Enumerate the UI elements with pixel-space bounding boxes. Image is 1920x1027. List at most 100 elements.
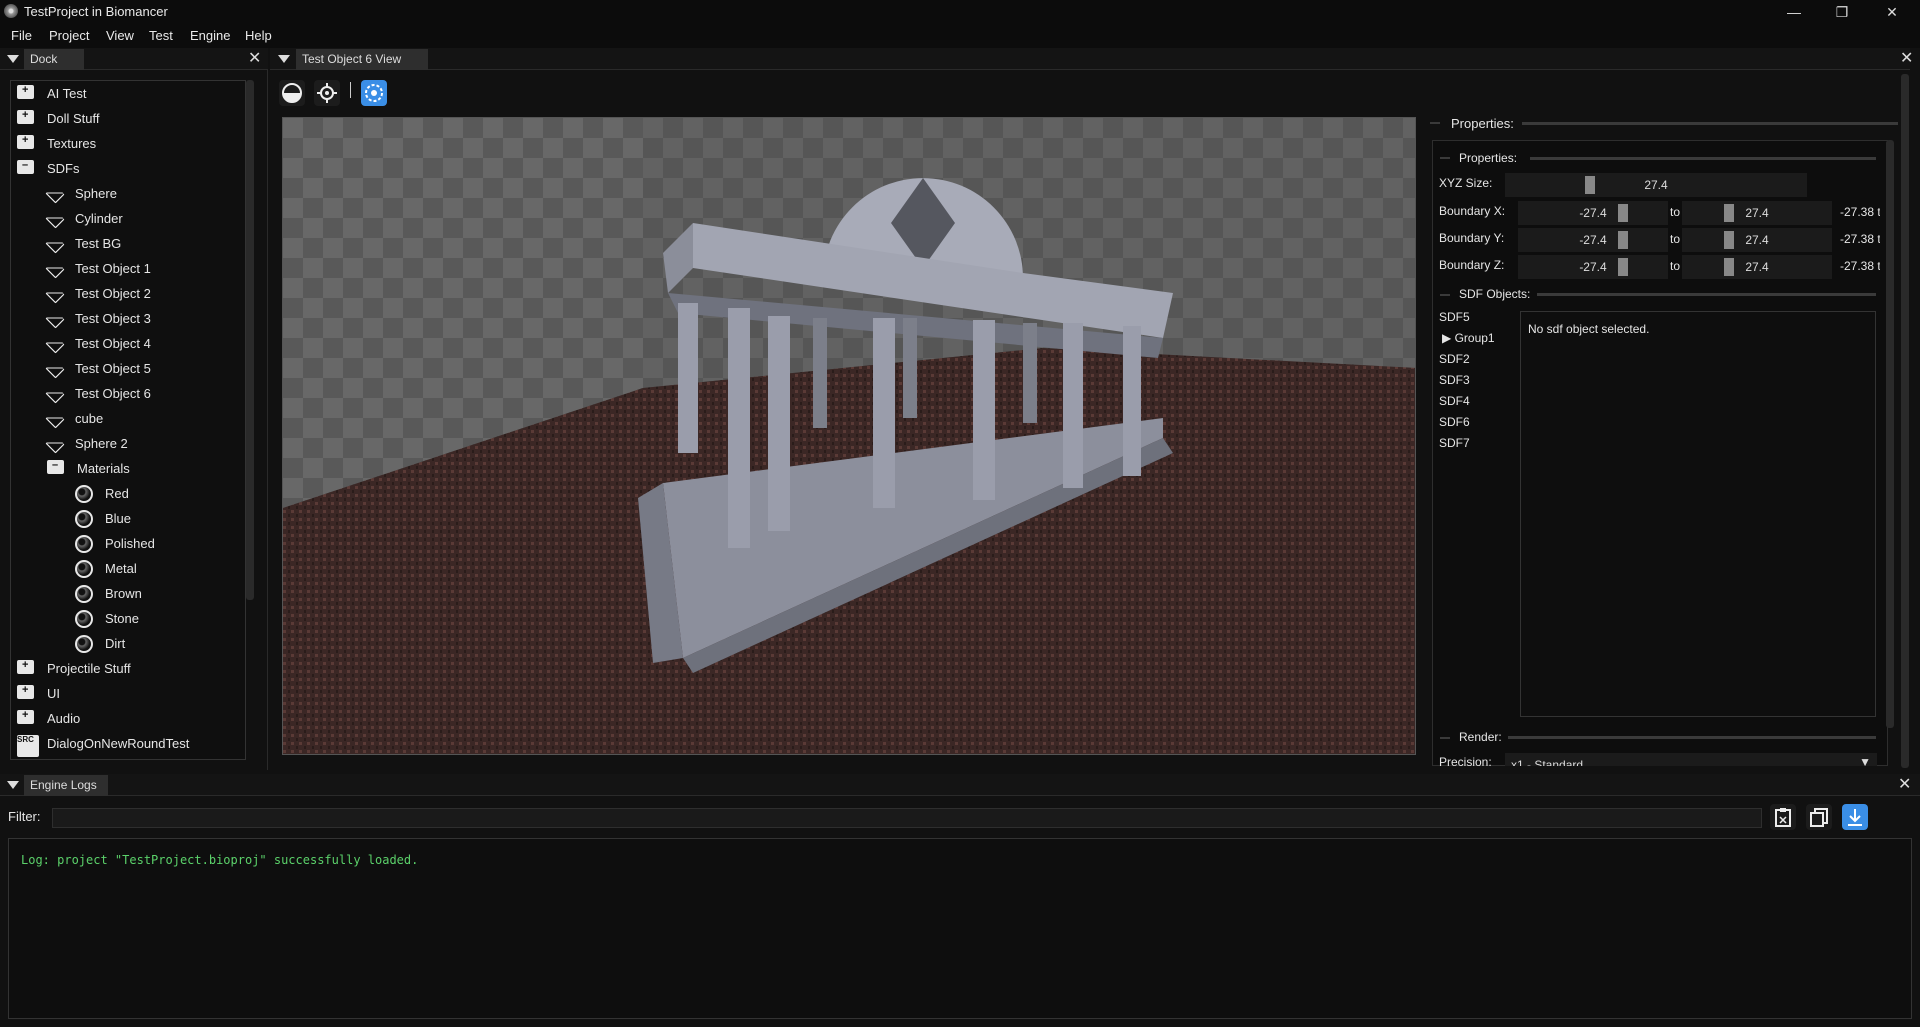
copy-logs-button[interactable]: [1806, 804, 1832, 830]
tree-item[interactable]: UI: [17, 681, 60, 705]
tree-item-label: Test Object 1: [75, 260, 151, 276]
menu-bar: File Project View Test Engine Help: [0, 24, 1920, 48]
tree-item[interactable]: Materials: [47, 456, 130, 480]
tree-item[interactable]: Brown: [75, 581, 142, 605]
tree-item[interactable]: cube: [45, 406, 103, 430]
minimize-button[interactable]: —: [1770, 0, 1818, 24]
tree-item[interactable]: Metal: [75, 556, 137, 580]
boundary-min-knob[interactable]: [1618, 258, 1628, 276]
boundary-max-knob[interactable]: [1724, 231, 1734, 249]
sdf-icon: [45, 209, 65, 229]
view-scrollbar[interactable]: [1901, 74, 1909, 768]
dock-scrollbar[interactable]: [246, 80, 254, 600]
precision-value: x1 - Standard: [1511, 758, 1584, 766]
boundary-max-knob[interactable]: [1724, 258, 1734, 276]
expand-arrow-icon[interactable]: ▶: [1442, 331, 1455, 345]
tree-item[interactable]: Test Object 1: [45, 256, 151, 280]
tree-item[interactable]: SDFs: [17, 156, 80, 180]
tree-item[interactable]: Red: [75, 481, 129, 505]
sdf-group-item[interactable]: ▶ Group1: [1442, 331, 1495, 345]
menu-engine[interactable]: Engine: [190, 28, 230, 43]
tree-item[interactable]: SRC DialogOnNewRoundTest: [17, 731, 189, 757]
boundary-min-slider[interactable]: -27.4: [1518, 255, 1668, 279]
tree-item[interactable]: Audio: [17, 706, 80, 730]
boundary-max-slider[interactable]: 27.4: [1682, 255, 1832, 279]
boundary-max-slider[interactable]: 27.4: [1682, 228, 1832, 252]
menu-view[interactable]: View: [106, 28, 134, 43]
tree-item[interactable]: Cylinder: [45, 206, 123, 230]
dock-menu-icon[interactable]: [7, 55, 19, 63]
dock-tree: AI Test Doll Stuff Textures SDFs Sphere Cylin…: [10, 80, 246, 760]
logs-menu-icon[interactable]: [7, 781, 19, 789]
boundary-min-slider[interactable]: -27.4: [1518, 201, 1668, 225]
tree-item[interactable]: Stone: [75, 606, 139, 630]
view-close-icon[interactable]: ✕: [1900, 51, 1913, 67]
tree-item[interactable]: Test Object 6: [45, 381, 151, 405]
tree-item[interactable]: Projectile Stuff: [17, 656, 131, 680]
dock-close-icon[interactable]: ✕: [248, 51, 261, 67]
tree-item-label: Audio: [47, 710, 81, 726]
logs-tab[interactable]: Engine Logs: [24, 775, 108, 796]
sdf-icon: [45, 284, 65, 304]
boundary-min-knob[interactable]: [1618, 231, 1628, 249]
render-rule: [1508, 736, 1876, 739]
view-tab[interactable]: Test Object 6 View: [296, 49, 428, 70]
clear-logs-button[interactable]: [1770, 804, 1796, 830]
boundary-min-knob[interactable]: [1618, 204, 1628, 222]
tree-item[interactable]: Sphere: [45, 181, 117, 205]
sdf-item[interactable]: SDF5: [1439, 310, 1470, 324]
sdf-item[interactable]: SDF2: [1439, 352, 1470, 366]
tree-item[interactable]: Doll Stuff: [17, 106, 100, 130]
tree-item[interactable]: Test Object 2: [45, 281, 151, 305]
tree-item[interactable]: Test Object 3: [45, 306, 151, 330]
sdf-item[interactable]: SDF4: [1439, 394, 1470, 408]
shading-toggle-button[interactable]: [279, 80, 305, 106]
menu-help[interactable]: Help: [245, 28, 272, 43]
boundary-label: Boundary X:: [1439, 204, 1506, 218]
view-menu-icon[interactable]: [278, 55, 290, 63]
boundary-max-knob[interactable]: [1724, 204, 1734, 222]
sdf-item[interactable]: SDF3: [1439, 373, 1470, 387]
boundary-extra-value: -27.38 t: [1840, 232, 1880, 246]
3d-viewport[interactable]: [282, 117, 1416, 755]
tree-item[interactable]: Test Object 5: [45, 356, 151, 380]
sdf-objects-header: SDF Objects:: [1459, 287, 1531, 301]
tree-item[interactable]: Dirt: [75, 631, 125, 655]
properties-scrollbar[interactable]: [1886, 140, 1894, 728]
view-header: Test Object 6 View ✕: [270, 48, 1913, 70]
to-label: to: [1670, 232, 1681, 246]
tree-item[interactable]: Test Object 4: [45, 331, 151, 355]
boundary-max-slider[interactable]: 27.4: [1682, 201, 1832, 225]
menu-test[interactable]: Test: [149, 28, 173, 43]
tree-item[interactable]: AI Test: [17, 81, 87, 105]
tree-item-label: Projectile Stuff: [47, 660, 131, 676]
tree-item[interactable]: Sphere 2: [45, 431, 128, 455]
autoscroll-button[interactable]: [1842, 804, 1868, 830]
sdf-icon: [45, 384, 65, 404]
properties-rule-left: [1430, 122, 1440, 124]
filter-input[interactable]: [52, 808, 1762, 828]
orbit-icon: [317, 83, 337, 103]
tree-item-label: Polished: [105, 535, 155, 551]
close-window-button[interactable]: ✕: [1868, 0, 1916, 24]
tree-item[interactable]: Textures: [17, 131, 96, 155]
menu-file[interactable]: File: [11, 28, 32, 43]
orbit-camera-button[interactable]: [314, 80, 340, 106]
precision-label: Precision:: [1439, 755, 1492, 766]
precision-select[interactable]: x1 - Standard ▼: [1505, 753, 1877, 766]
xyz-size-slider[interactable]: 27.4: [1505, 173, 1807, 197]
xyz-size-knob[interactable]: [1585, 176, 1595, 194]
realtime-render-button[interactable]: [361, 80, 387, 106]
tree-item[interactable]: Blue: [75, 506, 131, 530]
maximize-button[interactable]: ❐: [1818, 0, 1866, 24]
dock-tab[interactable]: Dock: [24, 49, 84, 70]
tree-item[interactable]: Test BG: [45, 231, 121, 255]
tree-item-label: Stone: [105, 610, 139, 626]
logs-close-icon[interactable]: ✕: [1898, 777, 1911, 793]
title-bar: TestProject in Biomancer — ❐ ✕: [0, 0, 1920, 24]
menu-project[interactable]: Project: [49, 28, 89, 43]
sdf-item[interactable]: SDF6: [1439, 415, 1470, 429]
tree-item[interactable]: Polished: [75, 531, 155, 555]
sdf-item[interactable]: SDF7: [1439, 436, 1470, 450]
boundary-min-slider[interactable]: -27.4: [1518, 228, 1668, 252]
